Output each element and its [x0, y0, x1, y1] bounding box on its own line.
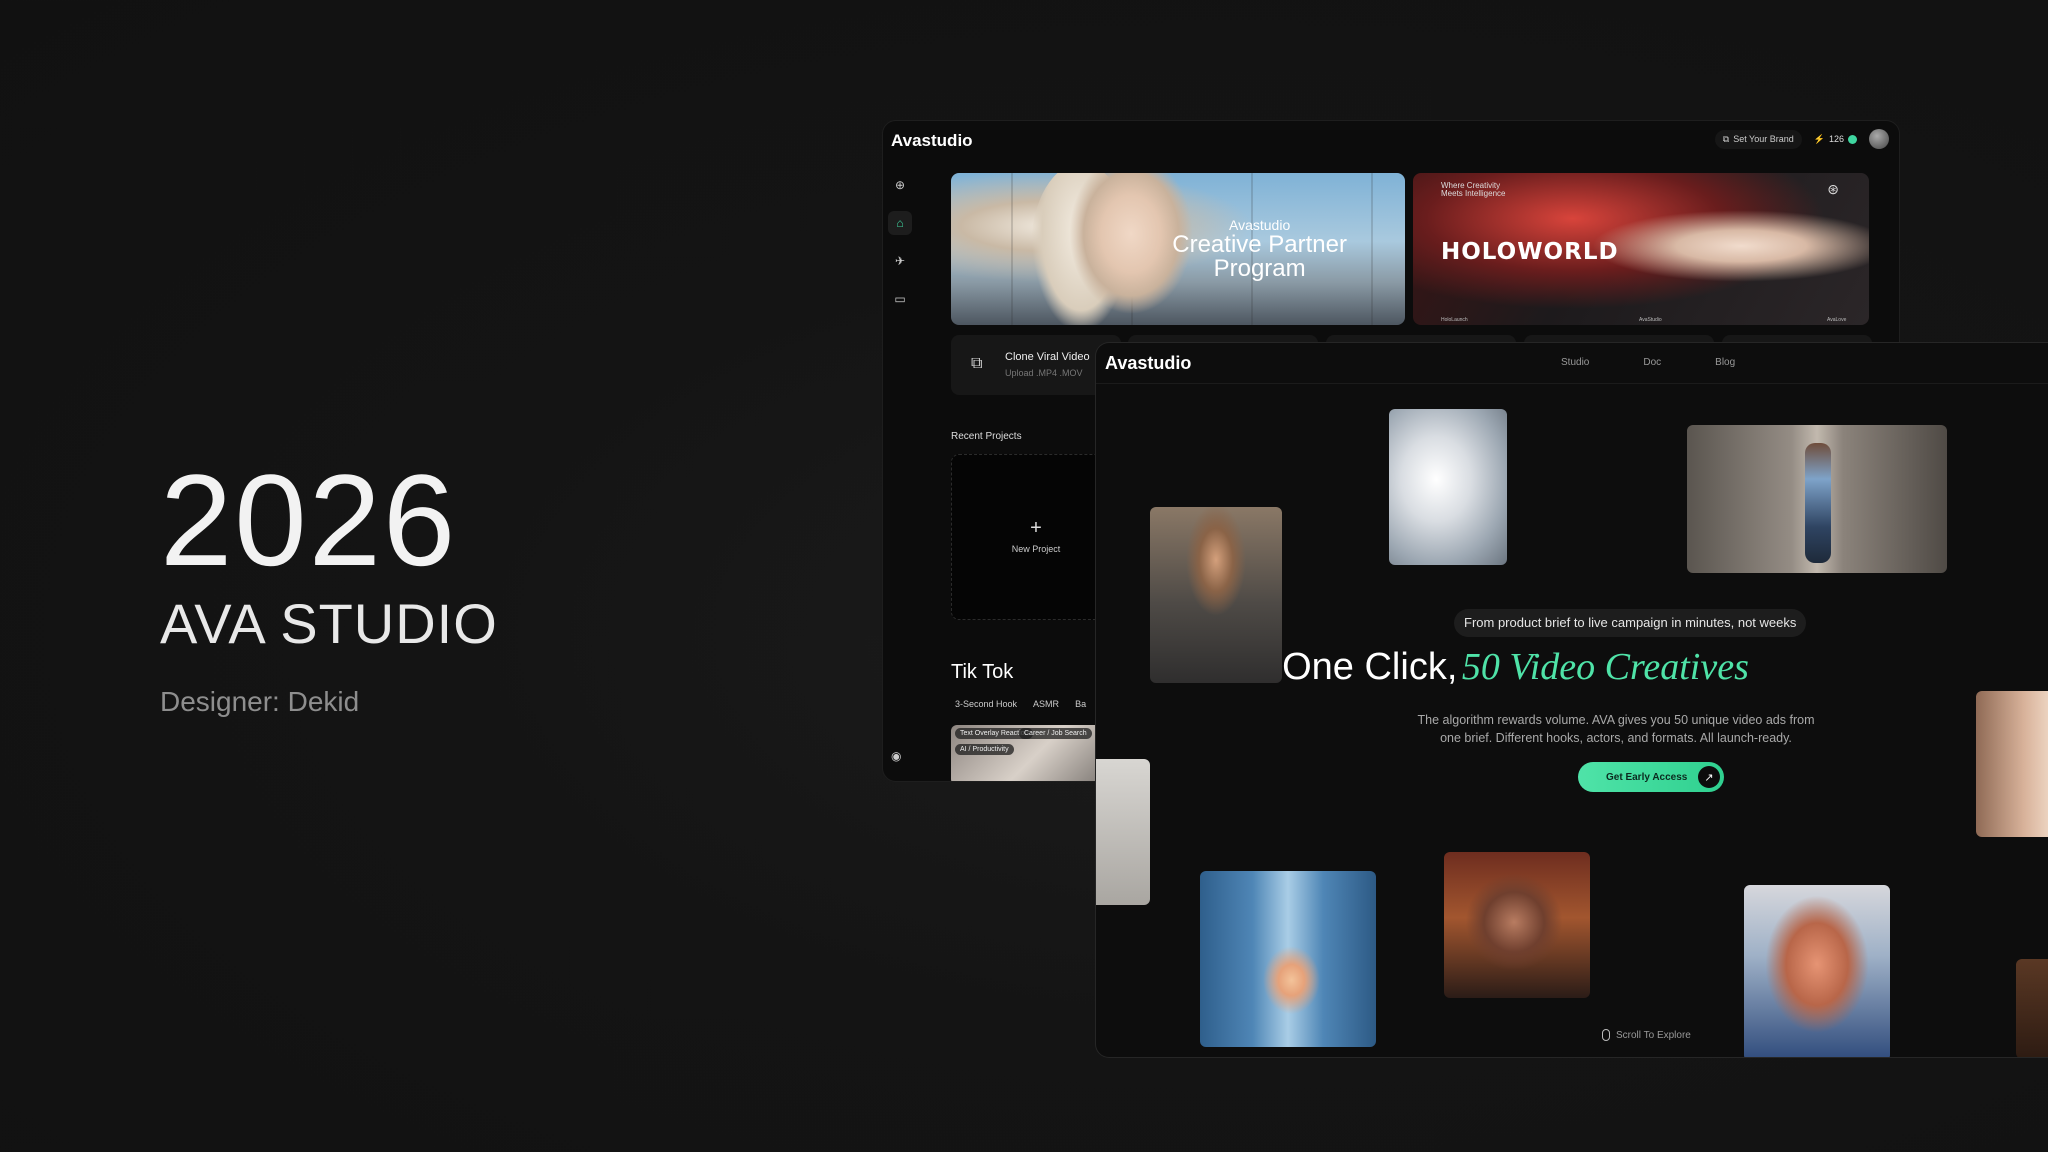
mouse-icon [1602, 1029, 1610, 1041]
scroll-label: Scroll To Explore [1616, 1029, 1691, 1041]
tag-item[interactable]: Ba [1075, 699, 1086, 709]
header-divider [1096, 383, 2048, 384]
dashboard-top-bar: ⧉ Set Your Brand ⚡ 126 [1714, 129, 1889, 149]
creative-partner-banner[interactable]: Avastudio Creative Partner Program [951, 173, 1405, 325]
book-icon[interactable]: ▭ [888, 287, 912, 311]
tagline-pill: From product brief to live campaign in m… [1454, 609, 1807, 637]
nav-item-studio[interactable]: Studio [1561, 357, 1589, 368]
status-dot-icon [1848, 134, 1857, 144]
scroll-hint: Scroll To Explore [1602, 1029, 1691, 1041]
set-your-brand-button[interactable]: ⧉ Set Your Brand [1714, 129, 1802, 149]
gallery-photo-sneakers [1389, 409, 1507, 565]
holoworld-banner[interactable]: Where Creativity Meets Intelligence HOLO… [1413, 173, 1869, 325]
gallery-photo-edge [1976, 691, 2048, 837]
hero-description: The algorithm rewards volume. AVA gives … [1417, 713, 1815, 745]
banner-line-2: Program [1213, 255, 1306, 282]
clone-icon: ⧉ [971, 355, 983, 372]
headline: One Click, 50 Video Creatives [1096, 645, 1995, 689]
landing-logo[interactable]: Avastudio [1105, 353, 1191, 374]
designer-credit: Designer: Dekid [160, 686, 360, 717]
clone-title: Clone Viral Video [1005, 351, 1090, 363]
holoworld-tagline-2: Meets Intelligence [1441, 189, 1506, 198]
gallery-photo-edge [2016, 959, 2048, 1057]
nav-item-doc[interactable]: Doc [1643, 357, 1661, 368]
dashboard-sidebar: ⊕ ⌂ ✈ ▭ [887, 173, 913, 311]
brand-icon: ⧉ [1722, 133, 1730, 144]
credits-indicator[interactable]: ⚡ 126 [1814, 134, 1857, 145]
gallery-photo-hallway [1200, 871, 1376, 1047]
gallery-photo-podcaster [1444, 852, 1590, 998]
plus-circle-icon[interactable]: ⊕ [888, 173, 912, 197]
gallery-photo-painted-face [1744, 885, 1890, 1057]
holoworld-title: HOLOWORLD [1441, 239, 1619, 265]
headline-green: 50 Video Creatives [1461, 646, 1749, 688]
banner-line-1: Creative Partner [1172, 231, 1347, 258]
category-tags: 3-Second Hook ASMR Ba [955, 699, 1086, 709]
template-chip: AI / Productivity [955, 744, 1014, 755]
rocket-icon[interactable]: ✈ [888, 249, 912, 273]
landing-window: Avastudio Studio Doc Blog From product b… [1095, 342, 2048, 1058]
gallery-photo-street-model [1687, 425, 1947, 573]
discord-icon[interactable]: ◉ [891, 749, 901, 763]
tiktok-section-title: Tik Tok [951, 661, 1014, 683]
holoworld-foot-right: AvaLove [1827, 317, 1847, 323]
cta-label: Get Early Access [1606, 771, 1688, 783]
dashboard-logo[interactable]: Avastudio [891, 131, 973, 151]
arrow-up-right-icon: ↗ [1698, 766, 1720, 788]
template-chip: Career / Job Search [1019, 728, 1092, 739]
gallery-photo-edge [1096, 759, 1150, 905]
set-your-brand-label: Set Your Brand [1733, 134, 1794, 144]
bolt-icon: ⚡ [1813, 133, 1825, 144]
globe-icon: ⊛ [1827, 181, 1839, 197]
home-icon[interactable]: ⌂ [888, 211, 912, 235]
nav-item-blog[interactable]: Blog [1715, 357, 1735, 368]
hero-title: AVA STUDIO [160, 592, 498, 655]
landing-nav: Studio Doc Blog [1561, 357, 1735, 368]
get-early-access-button[interactable]: Get Early Access ↗ [1578, 762, 1724, 792]
headline-white: One Click, [1282, 646, 1458, 688]
avatar[interactable] [1869, 129, 1889, 149]
hero-year: 2026 [160, 447, 458, 593]
credits-count: 126 [1828, 134, 1844, 144]
banner-text: Avastudio Creative Partner Program [1172, 217, 1347, 281]
holoworld-foot-mid: AvaStudio [1639, 317, 1662, 323]
hero-section: 2026 AVA STUDIO Designer: Dekid [160, 455, 498, 718]
clone-subtitle: Upload .MP4 .MOV [1005, 368, 1083, 378]
recent-projects-heading: Recent Projects [951, 431, 1022, 442]
holoworld-tagline: Where Creativity Meets Intelligence [1441, 182, 1505, 198]
tag-item[interactable]: 3-Second Hook [955, 699, 1017, 709]
tag-item[interactable]: ASMR [1033, 699, 1059, 709]
holoworld-foot-left: HoloLaunch [1441, 317, 1468, 323]
